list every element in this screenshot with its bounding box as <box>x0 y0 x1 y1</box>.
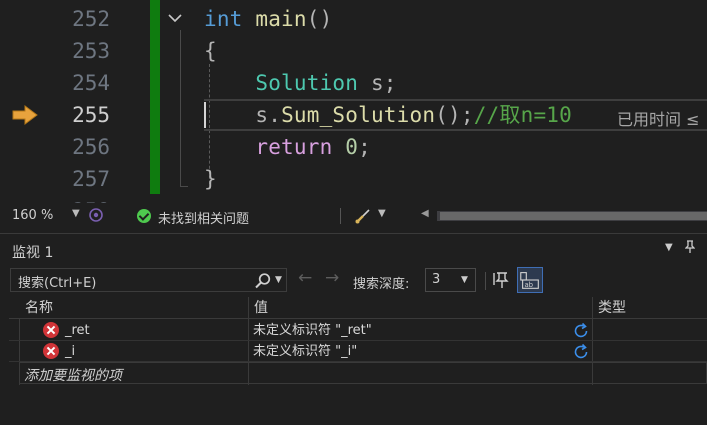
refresh-icon[interactable] <box>572 322 590 340</box>
watch-row-value[interactable]: 未定义标识符 "_ret" <box>253 321 372 340</box>
code-line[interactable]: 258 <box>0 195 707 203</box>
watch-row-name[interactable]: _ret <box>65 321 90 340</box>
text-caret <box>204 102 206 128</box>
scrollbar-thumb[interactable] <box>440 212 707 220</box>
search-next-icon[interactable]: → <box>325 268 339 288</box>
code-line[interactable]: 257} <box>0 163 707 195</box>
search-depth-select[interactable]: 3 ▼ <box>425 268 476 292</box>
error-icon <box>43 343 59 359</box>
watch-row[interactable]: _i 未定义标识符 "_i" <box>9 341 707 362</box>
code-token: s; <box>358 71 397 95</box>
code-token: { <box>204 39 217 63</box>
code-token: Solution <box>255 71 359 95</box>
code-token: (); <box>435 103 474 127</box>
code-token: ; <box>358 135 371 159</box>
code-line[interactable]: 253 { <box>0 35 707 67</box>
grid-header: 名称 值 类型 <box>9 297 707 319</box>
code-text[interactable]: } <box>204 163 217 195</box>
code-cleanup-brush-icon[interactable] <box>354 207 372 225</box>
code-text[interactable]: { <box>204 35 217 67</box>
search-icon[interactable] <box>254 272 272 290</box>
column-header-value[interactable]: 值 <box>254 297 268 319</box>
search-previous-icon[interactable]: ← <box>298 268 312 288</box>
code-line[interactable]: 252 int main() <box>0 3 707 35</box>
divider <box>340 208 341 224</box>
code-token: } <box>204 167 217 191</box>
code-line[interactable]: 255 s.Sum_Solution();//取n=10 <box>0 99 707 131</box>
cleanup-dropdown-icon[interactable]: ▼ <box>378 208 386 219</box>
search-options-icon[interactable]: ▼ <box>275 275 282 285</box>
line-number: 252 <box>72 7 110 31</box>
copilot-icon[interactable] <box>88 207 104 223</box>
divider <box>485 272 486 290</box>
line-number: 255 <box>72 103 110 127</box>
line-number: 258 <box>44 195 110 203</box>
line-number: 253 <box>72 39 110 63</box>
chevron-down-icon[interactable]: ▼ <box>461 275 468 285</box>
code-line[interactable]: 256 return 0; <box>0 131 707 163</box>
add-watch-placeholder[interactable]: 添加要监视的项 <box>24 365 122 385</box>
watch-row-name[interactable]: _i <box>65 342 75 361</box>
search-depth-label: 搜索深度: <box>353 277 410 292</box>
code-text[interactable]: s.Sum_Solution();//取n=10 <box>204 99 572 131</box>
code-token: int <box>204 7 243 31</box>
refresh-icon[interactable] <box>572 343 590 361</box>
code-line[interactable]: 254 Solution s; <box>0 67 707 99</box>
hex-display-icon[interactable]: ab <box>517 267 543 293</box>
svg-text:ab: ab <box>524 281 533 289</box>
line-number: 254 <box>72 71 110 95</box>
watch-row-value[interactable]: 未定义标识符 "_i" <box>253 342 357 361</box>
code-text[interactable]: int main() <box>204 3 332 35</box>
add-watch-row[interactable]: 添加要监视的项 <box>19 362 707 384</box>
panel-menu-icon[interactable]: ▼ <box>665 242 673 253</box>
search-input[interactable]: 搜索(Ctrl+E) ▼ <box>10 268 287 292</box>
watch-panel: 监视 1 ▼ 搜索(Ctrl+E) ▼ ← → 搜索深度: 3 ▼ ab 名称 … <box>0 233 707 425</box>
code-editor[interactable]: 252 int main() 253{254 Solution s; 255 s.Su… <box>0 0 707 203</box>
column-header-type[interactable]: 类型 <box>598 297 626 319</box>
watch-row[interactable]: _ret 未定义标识符 "_ret" <box>9 320 707 341</box>
watch-grid: 名称 值 类型 _ret 未定义标识符 "_ret" _i 未定义标识符 "_i… <box>9 297 707 425</box>
scroll-left-icon[interactable]: ◀ <box>421 208 429 219</box>
search-depth-value: 3 <box>432 272 441 287</box>
issues-status[interactable]: 未找到相关问题 <box>158 208 249 227</box>
column-header-name[interactable]: 名称 <box>25 297 53 319</box>
code-token: 0 <box>345 135 359 159</box>
code-text[interactable]: return 0; <box>204 131 371 163</box>
code-token: main <box>255 7 307 31</box>
pin-to-source-icon[interactable] <box>493 268 511 292</box>
code-text[interactable]: Solution s; <box>204 67 397 99</box>
code-token: Sum_Solution <box>281 103 436 127</box>
code-token: s. <box>255 103 282 127</box>
zoom-level[interactable]: 160 % <box>12 208 53 223</box>
panel-title: 监视 1 <box>12 245 54 261</box>
code-token: return <box>255 135 333 159</box>
error-icon <box>43 322 59 338</box>
zoom-dropdown-icon[interactable]: ▼ <box>72 208 80 219</box>
editor-status-bar: 160 % ▼ 未找到相关问题 ▼ ◀ <box>0 203 707 228</box>
search-placeholder: 搜索(Ctrl+E) <box>18 276 97 291</box>
code-token: () <box>306 7 333 31</box>
line-number: 257 <box>72 167 110 191</box>
no-issues-check-icon[interactable] <box>137 209 151 223</box>
perf-tip[interactable]: 已用时间 ≤ <box>617 106 700 130</box>
panel-pin-icon[interactable] <box>684 240 696 258</box>
line-number: 256 <box>72 135 110 159</box>
code-token: //取n=10 <box>473 103 572 127</box>
